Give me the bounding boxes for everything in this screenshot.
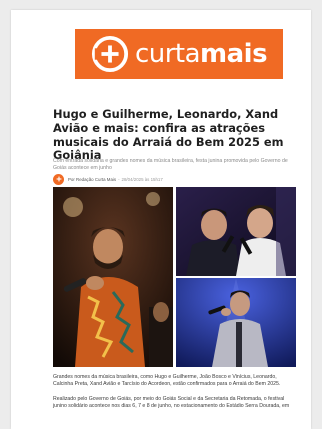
- singer-photo-image: [53, 187, 173, 367]
- article-paragraph-1: Grandes nomes da música brasileira, como…: [53, 374, 281, 387]
- site-logo-text: curtamais: [134, 39, 268, 69]
- article-subtitle: Com entrada solidária e grandes nomes da…: [53, 158, 288, 171]
- duo-photo-image: [176, 187, 296, 276]
- photo-singer-with-microphone[interactable]: [53, 187, 173, 367]
- plus-logo-icon: [91, 35, 128, 73]
- article-title: Hugo e Guilherme, Leonardo, Xand Avião e…: [53, 107, 284, 163]
- photo-gallery: [53, 187, 305, 367]
- curtamais-banner[interactable]: curtamais: [75, 29, 283, 79]
- byline-separator: -: [118, 176, 120, 182]
- logo-light-text: curta: [134, 39, 201, 69]
- plus-avatar-icon: [56, 176, 61, 182]
- author-avatar[interactable]: [53, 173, 64, 185]
- author-byline: Por Redação Curta Mais - 28/04/2025 às 1…: [53, 173, 298, 185]
- author-name[interactable]: Por Redação Curta Mais: [68, 177, 116, 182]
- blue-stage-photo-image: [176, 278, 296, 367]
- article-page: curtamais Hugo e Guilherme, Leonardo, Xa…: [11, 10, 311, 429]
- photo-singer-in-blue-stage[interactable]: [176, 278, 296, 367]
- logo-bold-text: mais: [200, 39, 268, 69]
- article-paragraph-2: Realizado pelo Governo de Goiás, por mei…: [53, 396, 290, 409]
- publish-date: 28/04/2025 às 15h17: [121, 176, 163, 182]
- photo-duo-singing[interactable]: [176, 187, 296, 276]
